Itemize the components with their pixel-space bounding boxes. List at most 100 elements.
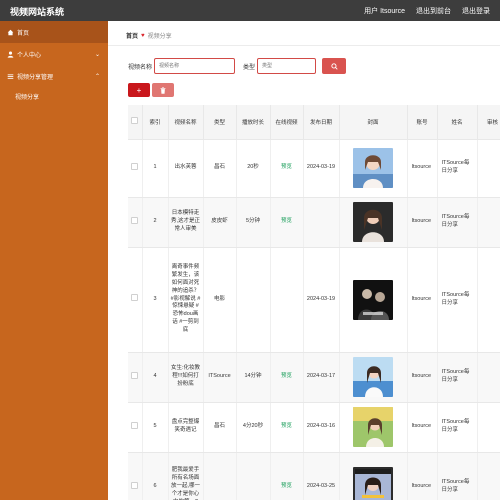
row-video-name: 离奇事件频繁发生，该如何面对死神的追杀？ #影视解说 #惊悚悬疑 #恐怖dou画… xyxy=(168,247,204,353)
row-type xyxy=(203,452,237,500)
row-preview-link[interactable]: 预览 xyxy=(270,402,304,453)
video-table-container: 索引 视频名称 类型 播放时长 在线视频 发布日期 封面 账号 姓名 审核 1 xyxy=(128,105,500,500)
row-type: 昌石 xyxy=(203,402,237,453)
column-header[interactable]: 类型 xyxy=(203,105,237,140)
row-author: ITSource每日分享 xyxy=(437,197,478,248)
top-nav: 用户 Itsource 退出到前台 退出登录 xyxy=(364,6,490,16)
table-row: 1 出水芙蓉 昌石 20秒 预览 2024-03-19 Itsource ITS… xyxy=(128,139,500,198)
user-account-link[interactable]: 用户 Itsource xyxy=(364,6,405,16)
row-cover-image[interactable] xyxy=(353,357,393,397)
column-header[interactable]: 在线视频 xyxy=(270,105,304,140)
row-checkbox[interactable] xyxy=(131,421,139,429)
row-author: ITSource每日分享 xyxy=(437,452,478,500)
row-account: Itsource xyxy=(407,139,438,198)
row-index: 5 xyxy=(142,402,169,453)
row-account: Itsource xyxy=(407,402,438,453)
row-checkbox[interactable] xyxy=(131,294,139,302)
row-date: 2024-03-17 xyxy=(303,352,340,403)
row-preview-link[interactable]: 预览 xyxy=(270,139,304,198)
table-row: 5 盘点完整爆笑奇遇记 昌石 4分20秒 预览 2024-03-16 Itsou… xyxy=(128,402,500,453)
row-type: 皮皮虾 xyxy=(203,197,237,248)
row-date: 2024-03-19 xyxy=(303,247,340,353)
select-all-checkbox[interactable] xyxy=(131,117,139,125)
delete-button[interactable] xyxy=(152,83,174,97)
row-duration: 5分钟 xyxy=(236,197,271,248)
row-duration xyxy=(236,452,271,500)
row-cover-image[interactable] xyxy=(353,279,393,320)
row-video-name: 女生:化妆教程!!!如何打扮粉底 xyxy=(168,352,204,403)
row-checkbox[interactable] xyxy=(131,162,139,170)
row-index: 6 xyxy=(142,452,169,500)
video-name-input[interactable] xyxy=(154,58,236,74)
column-header[interactable]: 封面 xyxy=(339,105,408,140)
divider xyxy=(108,45,500,46)
search-icon xyxy=(330,62,338,70)
row-preview-link[interactable]: 预览 xyxy=(270,197,304,248)
sidebar-subitem-label: 视频分享 xyxy=(15,94,40,101)
column-header[interactable]: 账号 xyxy=(407,105,438,140)
row-account: Itsource xyxy=(407,452,438,500)
row-index: 1 xyxy=(142,139,169,198)
table-row: 6 肥我最爱手所有名场面放一起,哪一个才是你心中的第一? 预览 2024-03-… xyxy=(128,452,500,500)
action-buttons: + xyxy=(128,83,174,97)
row-author: ITSource每日分享 xyxy=(437,139,478,198)
list-icon xyxy=(6,73,14,80)
type-input[interactable] xyxy=(257,58,317,74)
row-cover-image[interactable] xyxy=(353,467,393,500)
sidebar-item-label: 视频分享管理 xyxy=(17,74,54,81)
row-duration xyxy=(236,247,271,353)
column-header[interactable]: 索引 xyxy=(142,105,169,140)
row-video-name: 盘点完整爆笑奇遇记 xyxy=(168,402,204,453)
main-content: 首页 ♥ 视频分享 视频名称 类型 + 索引 xyxy=(108,21,500,500)
row-type: 昌石 xyxy=(203,139,237,198)
chevron-up-icon: ⌃ xyxy=(94,73,100,80)
row-cover-image[interactable] xyxy=(353,202,393,242)
row-checkbox[interactable] xyxy=(131,371,139,379)
sidebar-item-label: 首页 xyxy=(17,30,30,37)
sidebar: 首页 个人中心 ⌄ 视频分享管理 ⌃ 视频分享 xyxy=(0,21,108,500)
home-icon xyxy=(6,29,14,36)
logout-link[interactable]: 退出登录 xyxy=(462,6,490,16)
heart-icon: ♥ xyxy=(141,32,145,39)
row-preview-link[interactable] xyxy=(270,247,304,353)
breadcrumb-current: 视频分享 xyxy=(147,34,172,40)
table-row: 2 日本模特走秀,这才是正常人审美 皮皮虾 5分钟 预览 Itsource IT… xyxy=(128,197,500,248)
search-button[interactable] xyxy=(322,58,347,74)
row-author: ITSource每日分享 xyxy=(437,402,478,453)
row-preview-link[interactable]: 预览 xyxy=(270,452,304,500)
column-header[interactable]: 播放时长 xyxy=(236,105,271,140)
top-bar: 视频网站系统 用户 Itsource 退出到前台 退出登录 xyxy=(0,0,500,21)
row-date: 2024-03-16 xyxy=(303,402,340,453)
row-author: ITSource每日分享 xyxy=(437,247,478,353)
trash-icon xyxy=(160,86,166,94)
row-checkbox[interactable] xyxy=(131,481,139,489)
sidebar-item-home[interactable]: 首页 xyxy=(0,21,108,43)
row-index: 4 xyxy=(142,352,169,403)
sidebar-item-label: 个人中心 xyxy=(17,52,42,59)
plus-icon: + xyxy=(136,85,142,95)
add-button[interactable]: + xyxy=(128,83,150,97)
table-row: 3 离奇事件频繁发生，该如何面对死神的追杀？ #影视解说 #惊悚悬疑 #恐怖do… xyxy=(128,247,500,353)
exit-to-front-link[interactable]: 退出到前台 xyxy=(416,6,451,16)
row-video-name: 日本模特走秀,这才是正常人审美 xyxy=(168,197,204,248)
row-preview-link[interactable]: 预览 xyxy=(270,352,304,403)
row-checkbox[interactable] xyxy=(131,216,139,224)
column-header[interactable]: 视频名称 xyxy=(168,105,204,140)
sidebar-subitem-video-share[interactable]: 视频分享 xyxy=(0,87,108,105)
sidebar-item-profile[interactable]: 个人中心 ⌄ xyxy=(0,43,108,65)
row-type: 电影 xyxy=(203,247,237,353)
column-header[interactable]: 审核 xyxy=(477,105,500,140)
sidebar-item-video-share-mgmt[interactable]: 视频分享管理 ⌃ xyxy=(0,65,108,87)
row-cover-image[interactable] xyxy=(353,148,393,188)
column-header[interactable]: 发布日期 xyxy=(303,105,340,140)
row-date: 2024-03-25 xyxy=(303,452,340,500)
column-header[interactable]: 姓名 xyxy=(437,105,478,140)
breadcrumb-home[interactable]: 首页 xyxy=(126,31,138,40)
type-label: 类型 xyxy=(243,64,256,71)
row-author: ITSource每日分享 xyxy=(437,352,478,403)
row-type: ITSource xyxy=(203,352,237,403)
row-cover-image[interactable] xyxy=(353,407,393,447)
video-table: 索引 视频名称 类型 播放时长 在线视频 发布日期 封面 账号 姓名 审核 1 xyxy=(128,105,500,500)
row-account: Itsource xyxy=(407,197,438,248)
row-video-name: 出水芙蓉 xyxy=(168,139,204,198)
